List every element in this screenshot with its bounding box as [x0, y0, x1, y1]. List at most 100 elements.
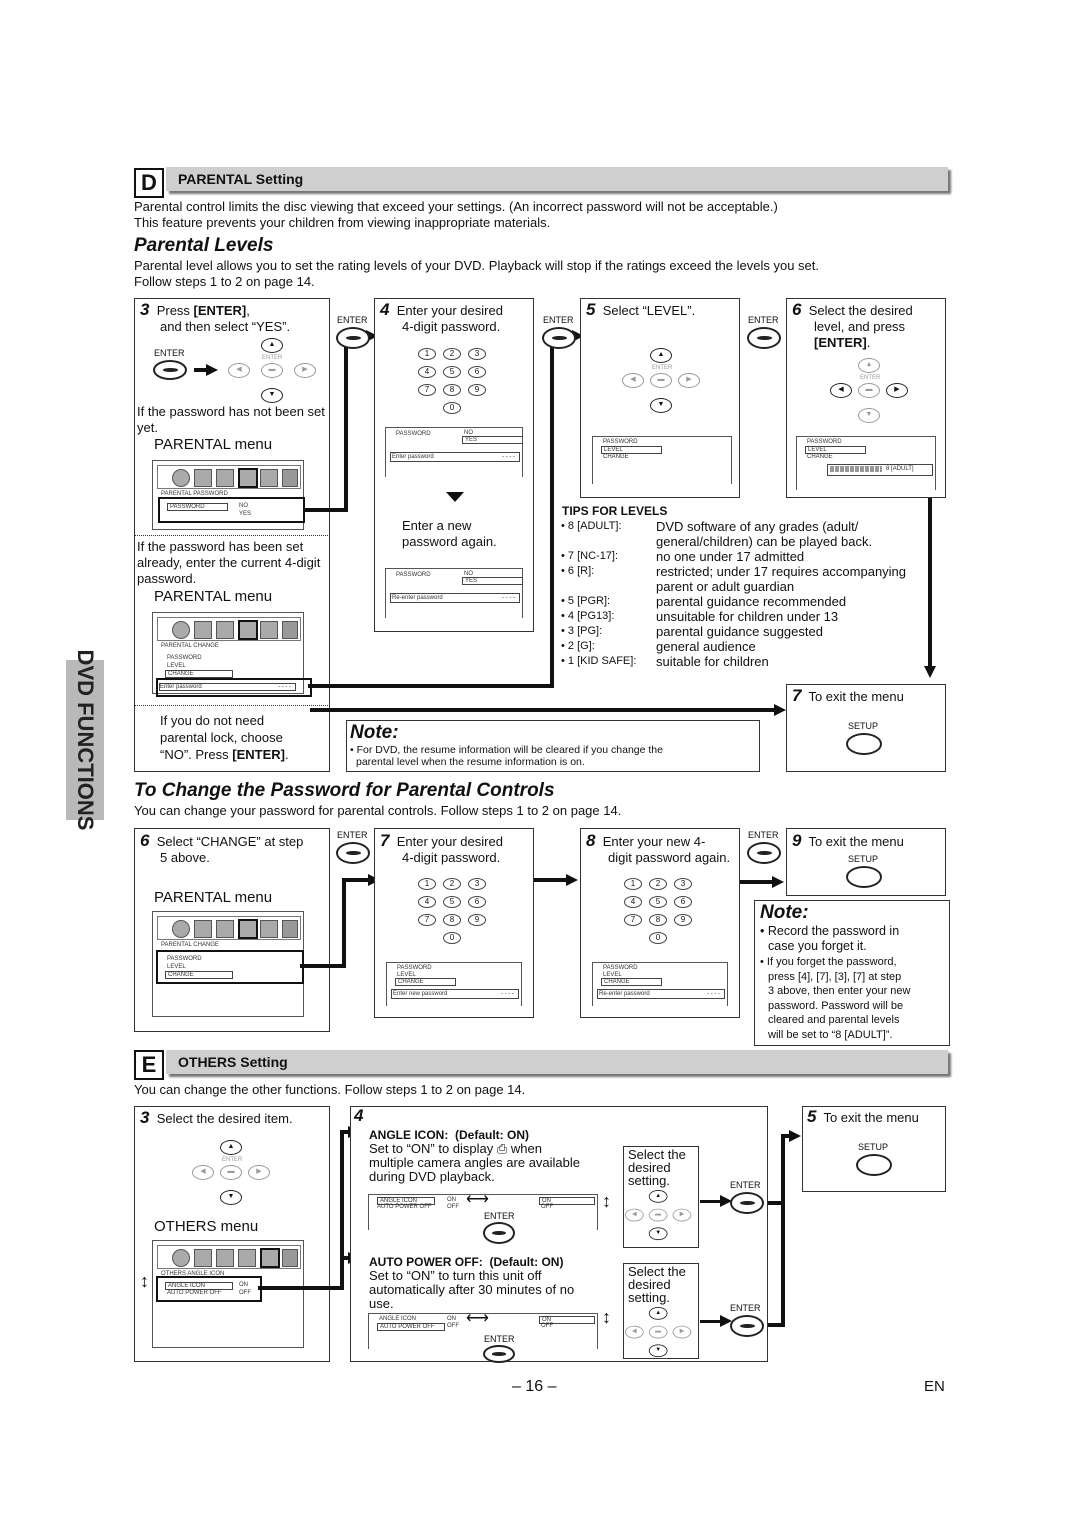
lock-icon [238, 468, 258, 488]
enter-button-icon[interactable] [730, 1192, 764, 1214]
lock-icon [238, 919, 258, 939]
display-icon [194, 469, 212, 487]
tip-level: • 6 [R]: [561, 565, 595, 577]
enter-label: ENTER [337, 830, 368, 840]
note-title: Note: [350, 722, 399, 743]
enter-button-icon[interactable] [336, 327, 370, 349]
enter-label: ENTER [730, 1180, 761, 1190]
enter-label: ENTER [154, 348, 185, 358]
parental-menu-label: PARENTAL menu [154, 889, 273, 906]
enter-again-text: Enter a new password again. [402, 518, 497, 549]
password-osd-2: PASSWORD NO YES Re-enter password - - - - [385, 568, 523, 618]
has-been-set-text: If the password has been set already, en… [137, 539, 321, 586]
enter-label: ENTER [484, 1211, 515, 1221]
arrow-down-icon [924, 666, 936, 678]
others-icon [260, 1248, 280, 1268]
enter-label: ENTER [337, 315, 368, 325]
reenter-password-osd: PASSWORD LEVEL CHANGE Re-enter password -… [592, 962, 728, 1006]
tip-row: • 5 [PGR]: parental guidance recommended [561, 594, 911, 609]
parental-levels-intro-1: Parental level allows you to set the rat… [134, 258, 820, 273]
dpad-icon[interactable]: ▲ ◀ ▬ ▶ ▼ [625, 1307, 692, 1358]
setup-label: SETUP [848, 721, 879, 731]
change-note-text-2: • If you forget the password, press [4],… [760, 956, 911, 1041]
number-keypad[interactable]: 1 2 3 4 5 6 7 8 9 0 [622, 878, 702, 950]
left-right-arrow-icon: ⟷ [466, 1310, 489, 1327]
section-e-letter: E [134, 1050, 164, 1080]
setup-label: SETUP [848, 854, 879, 864]
others-step4-num: 4 [354, 1106, 364, 1125]
side-tab-dvd-functions: DVD FUNCTIONS [66, 650, 104, 830]
audio-icon [216, 621, 234, 639]
tip-row: • 6 [R]: restricted; under 17 requires ac… [561, 564, 911, 594]
enter-button-icon[interactable] [542, 327, 576, 349]
disc-icon [172, 469, 190, 487]
angle-icon-desc: Set to “ON” to display ⎙ when multiple c… [369, 1141, 581, 1184]
level-slider[interactable]: 8 [ADULT] [827, 464, 933, 476]
enter-button-icon[interactable] [153, 360, 187, 380]
parental-menu-label-2: PARENTAL menu [154, 588, 273, 605]
number-keypad[interactable]: 1 2 3 4 5 6 7 8 9 0 [416, 878, 496, 950]
updown-arrow-icon: ↕ [602, 1307, 611, 1327]
section-d-title: PARENTAL Setting [166, 167, 948, 191]
language-icon [282, 469, 298, 487]
enter-button-icon[interactable] [483, 1345, 515, 1363]
others-icon [260, 920, 278, 938]
arrow-right-icon [772, 876, 784, 888]
dpad-icon[interactable]: ▲ ENTER ◀ ▬ ▶ ▼ [830, 358, 940, 438]
change-note-text-1: • Record the password in case you forget… [760, 924, 900, 953]
audio-icon [216, 920, 234, 938]
tip-level: • 8 [ADULT]: [561, 520, 622, 532]
tip-desc: unsuitable for children under 13 [656, 609, 839, 624]
display-icon [194, 920, 212, 938]
highlight-frame [156, 1276, 262, 1302]
enter-button-icon[interactable] [483, 1222, 515, 1244]
number-keypad[interactable]: 1 2 3 4 5 6 7 8 9 0 [416, 348, 496, 420]
tips-title: TIPS FOR LEVELS [562, 504, 668, 518]
not-set-text: If the password has not been set yet. [137, 404, 325, 435]
audio-icon [216, 1249, 234, 1267]
level-select-osd: PASSWORD LEVEL CHANGE 8 [ADULT] [796, 436, 936, 490]
tip-row: • 3 [PG]: parental guidance suggested [561, 624, 911, 639]
tip-row: • 4 [PG13]: unsuitable for children under… [561, 609, 911, 624]
change-password-intro: You can change your password for parenta… [134, 803, 622, 818]
others-step5-text: 5 To exit the menu [807, 1107, 919, 1126]
enter-button-icon[interactable] [747, 327, 781, 349]
others-menu-label: OTHERS menu [154, 1218, 259, 1235]
step6-text: 6 Select the desired level, and press [E… [792, 300, 913, 350]
enter-button-icon[interactable] [336, 842, 370, 864]
dpad-icon[interactable]: ▲ ENTER ◀ ▬ ▶ ▼ [622, 348, 732, 428]
tip-desc: restricted; under 17 requires accompanyi… [656, 564, 907, 594]
setup-button-icon[interactable] [856, 1154, 892, 1176]
callout-text: Select the desired setting. [628, 1264, 686, 1305]
others-icon [260, 621, 278, 639]
step5-text: 5 Select “LEVEL”. [586, 300, 696, 319]
dpad-icon[interactable]: ▲ ENTER ◀ ▬ ▶ ▼ [192, 1140, 302, 1220]
tip-level: • 3 [PG]: [561, 625, 603, 637]
tip-level: • 5 [PGR]: [561, 595, 611, 607]
enter-label: ENTER [543, 315, 574, 325]
display-icon [194, 621, 212, 639]
note-title: Note: [760, 902, 809, 923]
highlight-frame [156, 950, 304, 984]
enter-label: ENTER [730, 1303, 761, 1313]
menu-icon-row [157, 465, 301, 489]
arrow-right-icon [774, 704, 786, 716]
setup-button-icon[interactable] [846, 866, 882, 888]
section-d-letter: D [134, 168, 164, 198]
lock-icon [238, 1249, 256, 1267]
tips-list: • 8 [ADULT]: DVD software of any grades (… [561, 519, 911, 669]
language-icon [282, 621, 298, 639]
page-number: – 16 – [512, 1378, 557, 1395]
tip-desc: DVD software of any grades (adult/ gener… [656, 519, 873, 549]
note-text: • For DVD, the resume information will b… [350, 744, 663, 768]
enter-button-icon[interactable] [747, 842, 781, 864]
dpad-icon[interactable]: ▲ ◀ ▬ ▶ ▼ [625, 1190, 692, 1241]
enter-button-icon[interactable] [730, 1315, 764, 1337]
section-e-title: OTHERS Setting [166, 1050, 948, 1074]
display-icon [194, 1249, 212, 1267]
setup-button-icon[interactable] [846, 733, 882, 755]
setup-label: SETUP [858, 1142, 889, 1152]
enter-label: ENTER [484, 1334, 515, 1344]
arrow-right-icon [789, 1130, 801, 1142]
tip-row: • 2 [G]: general audience [561, 639, 911, 654]
